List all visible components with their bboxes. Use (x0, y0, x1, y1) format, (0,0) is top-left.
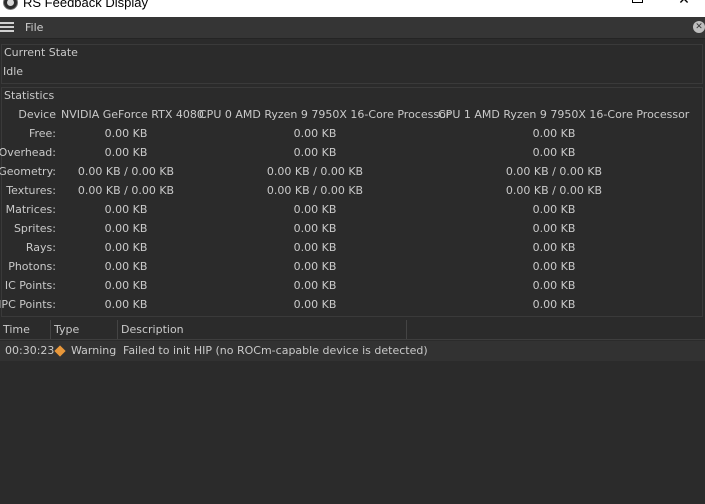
stat-label: IC Points: (4, 279, 56, 292)
stat-value: 0.00 KB (104, 127, 148, 140)
current-state-value: Idle (3, 65, 24, 78)
stat-value: 0.00 KB (293, 260, 337, 273)
stat-value: 0.00 KB / 0.00 KB (77, 165, 175, 178)
stat-row-rays: Rays: 0.00 KB 0.00 KB 0.00 KB (0, 238, 705, 257)
log-time: 00:30:23 (5, 344, 55, 357)
stat-value: 0.00 KB (293, 146, 337, 159)
stat-value: 0.00 KB (293, 127, 337, 140)
menu-file[interactable]: File (25, 21, 43, 34)
device-cpu1: CPU 1 AMD Ryzen 9 7950X 16-Core Processo… (438, 108, 690, 121)
stat-value: 0.00 KB (104, 260, 148, 273)
stat-label: Textures: (6, 184, 56, 197)
stat-value: 0.00 KB / 0.00 KB (266, 165, 364, 178)
stat-value: 0.00 KB (293, 298, 337, 311)
log-description: Failed to init HIP (no ROCm-capable devi… (123, 344, 428, 357)
stat-value: 0.00 KB (532, 241, 576, 254)
column-type[interactable]: Type (51, 320, 118, 339)
title-bar: RS Feedback Display ✕ (0, 0, 705, 17)
maximize-button[interactable] (623, 0, 653, 10)
log-type: Warning (71, 344, 117, 357)
device-cpu0: CPU 0 AMD Ryzen 9 7950X 16-Core Processo… (199, 108, 451, 121)
close-panel-icon[interactable]: ✕ (693, 21, 705, 33)
stat-row-textures: Textures: 0.00 KB / 0.00 KB 0.00 KB / 0.00… (0, 181, 705, 200)
stat-row-geometry: Geometry: 0.00 KB / 0.00 KB 0.00 KB / 0.00… (0, 162, 705, 181)
stat-label: Free: (28, 127, 56, 140)
device-gpu: NVIDIA GeForce RTX 4080 (61, 108, 204, 121)
stat-value: 0.00 KB / 0.00 KB (77, 184, 175, 197)
stat-row-overhead: Overhead: 0.00 KB 0.00 KB 0.00 KB (0, 143, 705, 162)
device-label: Device (18, 108, 56, 121)
menu-bar: File ✕ (0, 17, 705, 39)
stat-value: 0.00 KB (104, 146, 148, 159)
close-window-button[interactable]: ✕ (669, 0, 699, 10)
stat-value: 0.00 KB (104, 298, 148, 311)
current-state-label: Current State (4, 46, 78, 59)
app-logo-icon (3, 0, 18, 10)
stat-row-matrices: Matrices: 0.00 KB 0.00 KB 0.00 KB (0, 200, 705, 219)
stat-value: 0.00 KB (293, 222, 337, 235)
window-title: RS Feedback Display (23, 0, 148, 10)
stat-value: 0.00 KB (532, 298, 576, 311)
stat-value: 0.00 KB (293, 241, 337, 254)
stat-row-ipc-points: IPC Points: 0.00 KB 0.00 KB 0.00 KB (0, 295, 705, 314)
stat-label: Sprites: (13, 222, 56, 235)
hamburger-menu-icon[interactable] (0, 22, 15, 33)
stat-value: 0.00 KB (293, 279, 337, 292)
minimize-button[interactable] (578, 0, 608, 10)
column-time[interactable]: Time (0, 320, 51, 339)
device-row: Device NVIDIA GeForce RTX 4080 CPU 0 AMD… (0, 105, 705, 124)
stat-value: 0.00 KB (532, 222, 576, 235)
stat-label: IPC Points: (0, 298, 56, 311)
log-header: Time Type Description (0, 320, 705, 340)
warning-diamond-icon (54, 345, 66, 357)
stat-value: 0.00 KB (532, 279, 576, 292)
stat-row-photons: Photons: 0.00 KB 0.00 KB 0.00 KB (0, 257, 705, 276)
statistics-label: Statistics (4, 89, 55, 102)
current-state-group (1, 44, 703, 84)
stat-value: 0.00 KB (532, 127, 576, 140)
column-description[interactable]: Description (118, 320, 407, 339)
stat-row-sprites: Sprites: 0.00 KB 0.00 KB 0.00 KB (0, 219, 705, 238)
stat-value: 0.00 KB (104, 241, 148, 254)
stat-value: 0.00 KB / 0.00 KB (266, 184, 364, 197)
stat-value: 0.00 KB / 0.00 KB (505, 184, 603, 197)
stat-value: 0.00 KB (293, 203, 337, 216)
stat-row-free: Free: 0.00 KB 0.00 KB 0.00 KB (0, 124, 705, 143)
stat-value: 0.00 KB (532, 146, 576, 159)
stat-value: 0.00 KB (532, 203, 576, 216)
stat-label: Rays: (25, 241, 56, 254)
stat-value: 0.00 KB (104, 203, 148, 216)
stat-label: Geometry: (0, 165, 56, 178)
stat-row-ic-points: IC Points: 0.00 KB 0.00 KB 0.00 KB (0, 276, 705, 295)
stat-label: Photons: (8, 260, 56, 273)
log-row[interactable]: 00:30:23 Warning Failed to init HIP (no … (0, 341, 705, 361)
stat-value: 0.00 KB (532, 260, 576, 273)
stat-label: Matrices: (5, 203, 56, 216)
stat-value: 0.00 KB (104, 222, 148, 235)
stat-value: 0.00 KB / 0.00 KB (505, 165, 603, 178)
stat-label: Overhead: (0, 146, 56, 159)
stat-value: 0.00 KB (104, 279, 148, 292)
